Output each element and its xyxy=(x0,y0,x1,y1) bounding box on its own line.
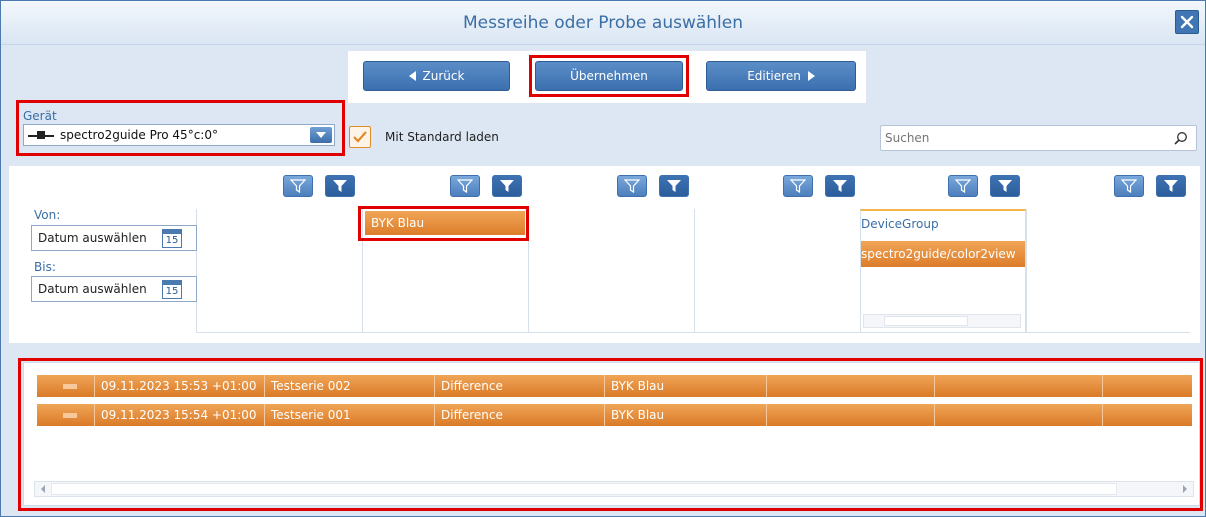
filter-column-2[interactable]: BYK Blau xyxy=(362,209,528,333)
edit-button[interactable]: Editieren xyxy=(706,61,856,91)
row-timestamp: 09.11.2023 15:53 +01:00 xyxy=(95,375,265,397)
row-type: Difference xyxy=(435,404,605,426)
chevron-left-icon xyxy=(408,71,416,81)
scrollbar-thumb[interactable] xyxy=(884,316,968,326)
dialog-window: Messreihe oder Probe auswählen Zurück Üb… xyxy=(0,0,1206,517)
filter-column-1[interactable] xyxy=(196,209,362,333)
row-name: Testserie 001 xyxy=(265,404,435,426)
filter-column-3[interactable] xyxy=(528,209,694,333)
standard-checkbox-label: Mit Standard laden xyxy=(385,130,499,144)
filter-icon xyxy=(833,180,847,192)
row-indicator xyxy=(37,375,95,397)
filter-clear-button[interactable] xyxy=(325,175,355,197)
results-horizontal-scrollbar[interactable] xyxy=(34,481,1194,497)
device-select-value: spectro2guide Pro 45°c:0° xyxy=(60,128,218,142)
filter-button[interactable] xyxy=(783,175,813,197)
row-type: Difference xyxy=(435,375,605,397)
filter-button[interactable] xyxy=(617,175,647,197)
filter-icon xyxy=(667,180,681,192)
filter-button[interactable] xyxy=(1114,175,1144,197)
row-name: Testserie 002 xyxy=(265,375,435,397)
row-empty xyxy=(935,375,1103,397)
filter-button[interactable] xyxy=(948,175,978,197)
filter-icon xyxy=(1121,179,1137,193)
results-table: 09.11.2023 15:53 +01:00 Testserie 002 Di… xyxy=(23,362,1200,506)
filter-button[interactable] xyxy=(450,175,480,197)
search-icon[interactable] xyxy=(1174,131,1188,145)
chevron-down-icon xyxy=(316,132,326,138)
row-empty xyxy=(767,375,935,397)
standard-checkbox[interactable] xyxy=(349,126,371,148)
list-item[interactable]: BYK Blau xyxy=(365,211,525,235)
table-row[interactable]: 09.11.2023 15:53 +01:00 Testserie 002 Di… xyxy=(37,375,1192,397)
close-icon xyxy=(1180,15,1194,29)
back-button[interactable]: Zurück xyxy=(363,61,510,91)
filter-clear-button[interactable] xyxy=(825,175,855,197)
filter-icon xyxy=(1164,180,1178,192)
device-label: Gerät xyxy=(23,109,57,123)
row-standard: BYK Blau xyxy=(605,375,767,397)
filter-icon xyxy=(790,179,806,193)
device-select[interactable]: spectro2guide Pro 45°c:0° xyxy=(23,124,335,146)
filter-icon xyxy=(457,179,473,193)
column-scrollbar[interactable] xyxy=(863,314,1021,328)
scrollbar-thumb[interactable] xyxy=(51,483,1117,495)
column-header: DeviceGroup xyxy=(861,217,939,231)
list-item[interactable]: spectro2guide/color2view xyxy=(861,241,1025,267)
title-bar: Messreihe oder Probe auswählen xyxy=(1,1,1205,45)
apply-button[interactable]: Übernehmen xyxy=(535,61,683,91)
nav-button-area: Zurück Übernehmen Editieren xyxy=(348,51,866,103)
filter-icon xyxy=(500,180,514,192)
filter-icon xyxy=(333,180,347,192)
filter-icon xyxy=(998,180,1012,192)
filter-column-5[interactable]: DeviceGroup spectro2guide/color2view xyxy=(860,209,1026,333)
scroll-left-icon[interactable] xyxy=(39,485,47,493)
scroll-right-icon[interactable] xyxy=(1181,485,1189,493)
dropdown-arrow-button[interactable] xyxy=(310,127,332,143)
search-input[interactable] xyxy=(885,129,1155,147)
to-date-value: Datum auswählen xyxy=(38,282,147,296)
row-timestamp: 09.11.2023 15:54 +01:00 xyxy=(95,404,265,426)
filter-icon xyxy=(290,179,306,193)
calendar-icon[interactable]: 15 xyxy=(162,229,182,248)
back-button-label: Zurück xyxy=(422,69,465,83)
device-icon xyxy=(28,131,54,139)
row-indicator xyxy=(37,404,95,426)
row-empty xyxy=(935,404,1103,426)
filter-clear-button[interactable] xyxy=(659,175,689,197)
chevron-right-icon xyxy=(807,71,815,81)
to-date-picker[interactable]: Datum auswählen 15 xyxy=(31,276,197,302)
filter-icon xyxy=(955,179,971,193)
search-field[interactable] xyxy=(880,125,1197,151)
row-empty xyxy=(767,404,935,426)
filter-column-4[interactable] xyxy=(694,209,860,333)
checkmark-icon xyxy=(353,131,367,143)
from-label: Von: xyxy=(34,208,61,222)
close-button[interactable] xyxy=(1175,10,1199,34)
to-label: Bis: xyxy=(34,260,56,274)
filter-button[interactable] xyxy=(283,175,313,197)
filter-clear-button[interactable] xyxy=(990,175,1020,197)
from-date-picker[interactable]: Datum auswählen 15 xyxy=(31,225,197,251)
filter-clear-button[interactable] xyxy=(1156,175,1186,197)
row-standard: BYK Blau xyxy=(605,404,767,426)
calendar-icon[interactable]: 15 xyxy=(162,280,182,299)
apply-button-label: Übernehmen xyxy=(570,69,648,83)
filter-column-6[interactable] xyxy=(1026,209,1190,333)
edit-button-label: Editieren xyxy=(747,69,801,83)
filter-clear-button[interactable] xyxy=(492,175,522,197)
from-date-value: Datum auswählen xyxy=(38,231,147,245)
dialog-title: Messreihe oder Probe auswählen xyxy=(462,13,744,33)
table-row[interactable]: 09.11.2023 15:54 +01:00 Testserie 001 Di… xyxy=(37,404,1192,426)
filter-icon xyxy=(624,179,640,193)
